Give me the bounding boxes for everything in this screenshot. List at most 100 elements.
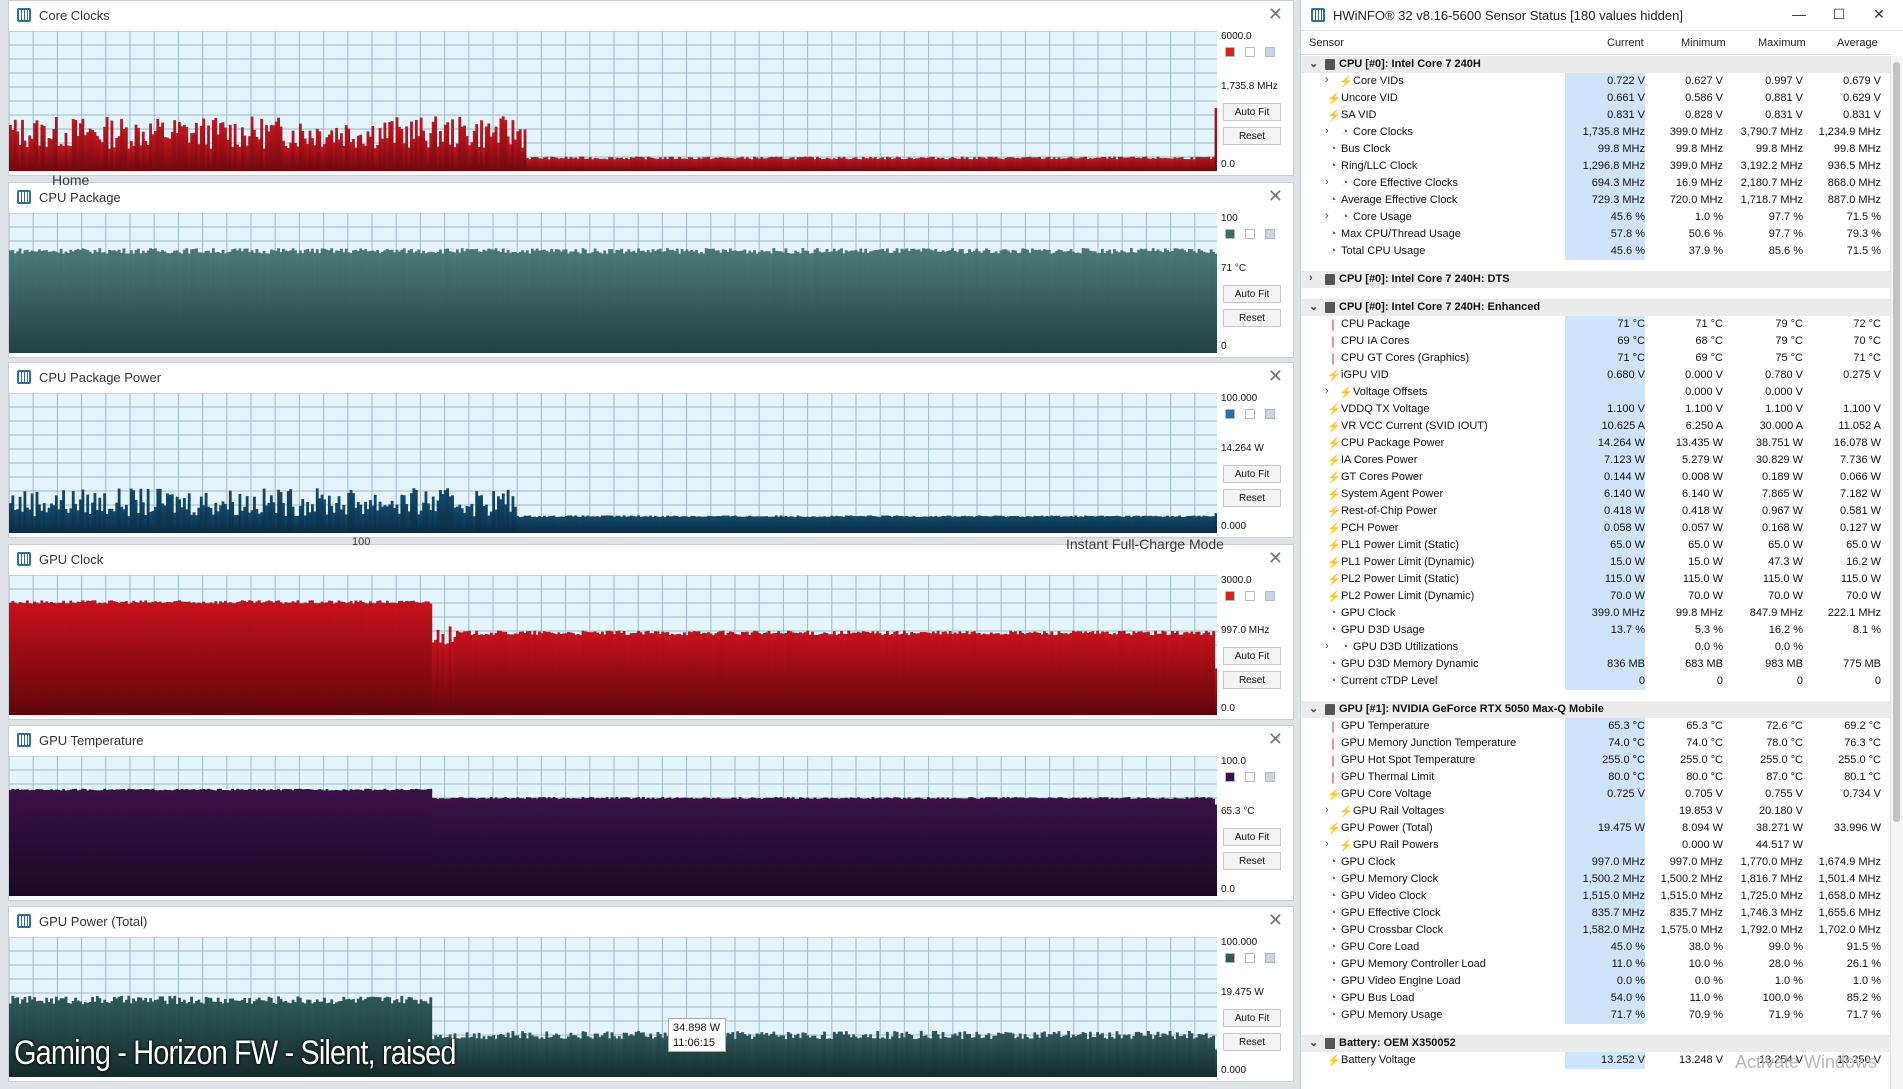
sensor-row[interactable]: › ⚡ GPU Rail Voltages 19.853 V 20.180 V bbox=[1301, 803, 1891, 820]
sensor-row[interactable]: ⚡ System Agent Power 6.140 W 6.140 W 7.865 W… bbox=[1301, 486, 1891, 503]
graph-color-swatch[interactable] bbox=[1265, 229, 1275, 239]
sensor-row[interactable]: ❘ GPU Temperature 65.3 °C 65.3 °C 72.6 °C 69.… bbox=[1301, 718, 1891, 735]
sensor-row[interactable]: ◔ GPU Clock 399.0 MHz 99.8 MHz 847.9 MHz 222.… bbox=[1301, 605, 1891, 622]
col-maximum[interactable]: Maximum bbox=[1758, 37, 1806, 49]
sensor-row[interactable]: ⚡ GPU Core Voltage 0.725 V 0.705 V 0.755 V 0.… bbox=[1301, 786, 1891, 803]
sensor-row[interactable]: › ⚡ GPU Rail Powers 0.000 W 44.517 W bbox=[1301, 837, 1891, 854]
chevron-right-icon[interactable]: › bbox=[1325, 74, 1329, 86]
sensor-row[interactable]: › ⚡ Core VIDs 0.722 V 0.627 V 0.997 V 0.679 V bbox=[1301, 73, 1891, 90]
sensor-row[interactable]: ◔ GPU D3D Memory Dynamic 836 MB 683 MB 983 M… bbox=[1301, 656, 1891, 673]
chevron-right-icon[interactable]: › bbox=[1325, 210, 1329, 222]
chevron-right-icon[interactable]: › bbox=[1325, 176, 1329, 188]
chevron-down-icon[interactable]: ⌄ bbox=[1309, 1036, 1318, 1049]
col-average[interactable]: Average bbox=[1837, 37, 1878, 49]
graph-color-swatch[interactable] bbox=[1245, 229, 1255, 239]
graph-color-swatch[interactable] bbox=[1245, 591, 1255, 601]
sensor-row[interactable]: ❘ CPU GT Cores (Graphics) 71 °C 69 °C 75 °C 7… bbox=[1301, 350, 1891, 367]
graph-color-swatch[interactable] bbox=[1265, 591, 1275, 601]
sensor-row[interactable]: ❘ CPU IA Cores 69 °C 68 °C 79 °C 70 °C bbox=[1301, 333, 1891, 350]
sensor-row[interactable]: ◔ GPU Memory Controller Load 11.0 % 10.0 % 2… bbox=[1301, 956, 1891, 973]
graph-color-swatch[interactable] bbox=[1225, 47, 1235, 57]
chevron-right-icon[interactable]: › bbox=[1325, 640, 1329, 652]
sensor-row[interactable]: ⚡ VDDQ TX Voltage 1.100 V 1.100 V 1.100 V 1.1… bbox=[1301, 401, 1891, 418]
sensor-row[interactable]: ◔ GPU D3D Usage 13.7 % 5.3 % 16.2 % 8.1 % bbox=[1301, 622, 1891, 639]
sensor-row[interactable]: ◔ GPU Memory Clock 1,500.2 MHz 1,500.2 MHz 1… bbox=[1301, 871, 1891, 888]
sensor-row[interactable]: › ◔ Core Clocks 1,735.8 MHz 399.0 MHz 3,790.7… bbox=[1301, 124, 1891, 141]
sensor-group-header[interactable]: ⌄ Battery: OEM X350052 bbox=[1301, 1035, 1891, 1052]
chevron-down-icon[interactable]: ⌄ bbox=[1309, 300, 1318, 313]
cpu-package-power-plot-area[interactable] bbox=[9, 393, 1217, 533]
chevron-right-icon[interactable]: › bbox=[1325, 385, 1329, 397]
col-minimum[interactable]: Minimum bbox=[1681, 37, 1726, 49]
sensor-row[interactable]: › ◔ Core Usage 45.6 % 1.0 % 97.7 % 71.5 % bbox=[1301, 209, 1891, 226]
auto-fit-button[interactable]: Auto Fit bbox=[1223, 465, 1281, 483]
graph-color-swatch[interactable] bbox=[1265, 772, 1275, 782]
graph-color-swatch[interactable] bbox=[1245, 772, 1255, 782]
auto-fit-button[interactable]: Auto Fit bbox=[1223, 103, 1281, 121]
sensor-row[interactable]: ⚡ Rest-of-Chip Power 0.418 W 0.418 W 0.967 W… bbox=[1301, 503, 1891, 520]
sensor-row[interactable]: › ◔ GPU D3D Utilizations 0.0 % 0.0 % bbox=[1301, 639, 1891, 656]
reset-button[interactable]: Reset bbox=[1223, 127, 1281, 145]
sensor-row[interactable]: ◔ GPU Core Load 45.0 % 38.0 % 99.0 % 91.5 % bbox=[1301, 939, 1891, 956]
sensor-row[interactable]: › ⚡ Voltage Offsets 0.000 V 0.000 V bbox=[1301, 384, 1891, 401]
graph-color-swatch[interactable] bbox=[1245, 953, 1255, 963]
sensor-row[interactable]: ⚡ VR VCC Current (SVID IOUT) 10.625 A 6.250… bbox=[1301, 418, 1891, 435]
core-clocks-plot-area[interactable] bbox=[9, 31, 1217, 171]
sensor-row[interactable]: ◔ Max CPU/Thread Usage 57.8 % 50.6 % 97.7 % 7… bbox=[1301, 226, 1891, 243]
close-icon[interactable]: ✕ bbox=[1268, 186, 1283, 207]
close-icon[interactable]: ✕ bbox=[1869, 6, 1889, 23]
graph-color-swatch[interactable] bbox=[1245, 409, 1255, 419]
sensor-row[interactable]: ◔ GPU Video Clock 1,515.0 MHz 1,515.0 MHz 1,… bbox=[1301, 888, 1891, 905]
sensor-row[interactable]: ◔ GPU Memory Usage 71.7 % 70.9 % 71.9 % 71.7 … bbox=[1301, 1007, 1891, 1024]
auto-fit-button[interactable]: Auto Fit bbox=[1223, 647, 1281, 665]
gpu-clock-plot-area[interactable] bbox=[9, 575, 1217, 715]
close-icon[interactable]: ✕ bbox=[1268, 4, 1283, 25]
sensor-row[interactable]: ❘ GPU Memory Junction Temperature 74.0 °C 7… bbox=[1301, 735, 1891, 752]
chevron-right-icon[interactable]: › bbox=[1325, 804, 1329, 816]
sensor-scrollbar[interactable] bbox=[1890, 56, 1903, 1089]
sensor-row[interactable]: ⚡ GT Cores Power 0.144 W 0.008 W 0.189 W 0.06… bbox=[1301, 469, 1891, 486]
chevron-down-icon[interactable]: ⌄ bbox=[1309, 57, 1318, 70]
sensor-row[interactable]: ⚡ Uncore VID 0.661 V 0.586 V 0.881 V 0.629 V bbox=[1301, 90, 1891, 107]
scrollbar-thumb[interactable] bbox=[1893, 62, 1900, 822]
graph-color-swatch[interactable] bbox=[1225, 772, 1235, 782]
reset-button[interactable]: Reset bbox=[1223, 489, 1281, 507]
sensor-row[interactable]: ⚡ PL1 Power Limit (Dynamic) 15.0 W 15.0 W 47… bbox=[1301, 554, 1891, 571]
sensor-group-header[interactable]: ⌄ CPU [#0]: Intel Core 7 240H: Enhanced bbox=[1301, 299, 1891, 316]
sensor-row[interactable]: ⚡ iGPU VID 0.680 V 0.000 V 0.780 V 0.275 V bbox=[1301, 367, 1891, 384]
auto-fit-button[interactable]: Auto Fit bbox=[1223, 828, 1281, 846]
sensor-row[interactable]: ❘ GPU Thermal Limit 80.0 °C 80.0 °C 87.0 °C 8… bbox=[1301, 769, 1891, 786]
sensor-row[interactable]: ◔ Current cTDP Level 0 0 0 0 bbox=[1301, 673, 1891, 690]
reset-button[interactable]: Reset bbox=[1223, 852, 1281, 870]
sensor-row[interactable]: ◔ GPU Video Engine Load 0.0 % 0.0 % 1.0 % 1.0… bbox=[1301, 973, 1891, 990]
gpu-temperature-plot-area[interactable] bbox=[9, 756, 1217, 896]
sensor-row[interactable]: ❘ CPU Package 71 °C 71 °C 79 °C 72 °C bbox=[1301, 316, 1891, 333]
sensor-group-header[interactable]: › CPU [#0]: Intel Core 7 240H: DTS bbox=[1301, 271, 1891, 288]
graph-color-swatch[interactable] bbox=[1225, 229, 1235, 239]
cpu-package-plot-area[interactable] bbox=[9, 213, 1217, 353]
maximize-icon[interactable]: ☐ bbox=[1829, 6, 1849, 23]
sensor-row[interactable]: ◔ Average Effective Clock 729.3 MHz 720.0 M… bbox=[1301, 192, 1891, 209]
close-icon[interactable]: ✕ bbox=[1268, 548, 1283, 569]
chevron-down-icon[interactable]: ⌄ bbox=[1309, 702, 1318, 715]
sensor-row[interactable]: ◔ GPU Crossbar Clock 1,582.0 MHz 1,575.0 MH… bbox=[1301, 922, 1891, 939]
col-current[interactable]: Current bbox=[1607, 37, 1644, 49]
sensor-row[interactable]: ⚡ CPU Package Power 14.264 W 13.435 W 38.751… bbox=[1301, 435, 1891, 452]
sensor-row[interactable]: ◔ Bus Clock 99.8 MHz 99.8 MHz 99.8 MHz 99.8 M… bbox=[1301, 141, 1891, 158]
sensor-group-header[interactable]: ⌄ GPU [#1]: NVIDIA GeForce RTX 5050 Max-Q… bbox=[1301, 701, 1891, 718]
graph-color-swatch[interactable] bbox=[1225, 409, 1235, 419]
sensor-row[interactable]: ⚡ GPU Power (Total) 19.475 W 8.094 W 38.271 … bbox=[1301, 820, 1891, 837]
reset-button[interactable]: Reset bbox=[1223, 1033, 1281, 1051]
chevron-right-icon[interactable]: › bbox=[1325, 125, 1329, 137]
sensor-row[interactable]: ⚡ IA Cores Power 7.123 W 5.279 W 30.829 W 7.7… bbox=[1301, 452, 1891, 469]
auto-fit-button[interactable]: Auto Fit bbox=[1223, 285, 1281, 303]
sensor-row[interactable]: ◔ Total CPU Usage 45.6 % 37.9 % 85.6 % 71.5 % bbox=[1301, 243, 1891, 260]
sensor-row[interactable]: ◔ Ring/LLC Clock 1,296.8 MHz 399.0 MHz 3,192… bbox=[1301, 158, 1891, 175]
sensor-row[interactable]: ◔ GPU Effective Clock 835.7 MHz 835.7 MHz 1,… bbox=[1301, 905, 1891, 922]
close-icon[interactable]: ✕ bbox=[1268, 366, 1283, 387]
sensor-row[interactable]: ⚡ PL2 Power Limit (Dynamic) 70.0 W 70.0 W 70… bbox=[1301, 588, 1891, 605]
sensor-row[interactable]: ◔ GPU Clock 997.0 MHz 997.0 MHz 1,770.0 MHz 1… bbox=[1301, 854, 1891, 871]
graph-color-swatch[interactable] bbox=[1225, 591, 1235, 601]
col-sensor[interactable]: Sensor bbox=[1309, 37, 1344, 49]
sensor-row[interactable]: ⚡ PCH Power 0.058 W 0.057 W 0.168 W 0.127 W bbox=[1301, 520, 1891, 537]
